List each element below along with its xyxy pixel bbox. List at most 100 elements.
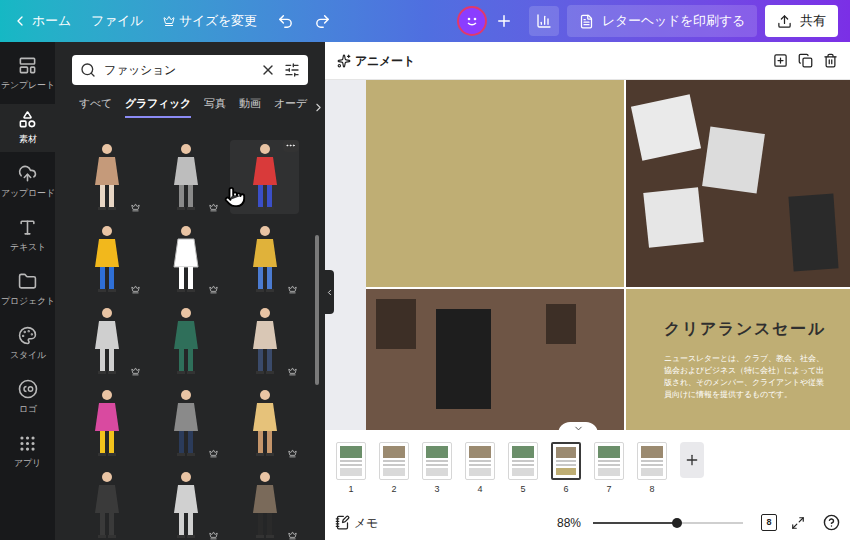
page-count-button[interactable]: 8: [761, 514, 777, 531]
resize-button[interactable]: サイズを変更: [163, 11, 257, 31]
fullscreen-icon[interactable]: [791, 516, 805, 530]
zoom-slider[interactable]: [593, 517, 743, 529]
graphic-item[interactable]: [230, 222, 299, 296]
editor: ホームファイルサイズを変更 レターヘッドを印刷する共有テンプレート素材アップロード…: [0, 0, 850, 540]
top-bar: ホームファイルサイズを変更 レターヘッドを印刷する共有: [0, 0, 850, 42]
rail-item-icon: [18, 326, 37, 345]
rail-item-icon: [18, 56, 37, 75]
help-icon[interactable]: [823, 514, 840, 531]
scrollbar[interactable]: [315, 235, 319, 385]
rail-item[interactable]: テンプレート: [0, 50, 55, 98]
graphics-grid: [55, 118, 325, 540]
avatar[interactable]: [457, 6, 487, 36]
graphic-item[interactable]: [152, 140, 221, 214]
graphic-item[interactable]: [230, 304, 299, 378]
filter-tab[interactable]: グラフィック: [125, 95, 191, 118]
search-icon: [80, 62, 96, 78]
zoom-value: 88%: [557, 514, 581, 532]
fashion-graphic-icon: [161, 469, 211, 540]
graphic-item[interactable]: [152, 386, 221, 460]
graphic-item[interactable]: [73, 304, 142, 378]
animate-icon: [337, 54, 351, 68]
page-thumbnail[interactable]: 5: [508, 442, 538, 497]
premium-icon: [209, 531, 218, 540]
add-collaborator-icon[interactable]: [495, 12, 513, 30]
fashion-graphic-icon: [161, 305, 211, 377]
filter-tab[interactable]: 動画: [239, 95, 261, 118]
canvas-area: クリアランスセールニュースレターとは、クラブ、教会、社会、協会およびビジネス（特…: [325, 80, 850, 430]
print-button[interactable]: レターヘッドを印刷する: [567, 5, 757, 37]
fashion-graphic-icon: [82, 223, 132, 295]
graphic-item[interactable]: [73, 386, 142, 460]
premium-icon: [288, 449, 297, 458]
rail-item-icon: [18, 272, 37, 291]
chart-icon: [536, 13, 552, 29]
scroll-tabs-icon[interactable]: [312, 101, 325, 114]
search-field[interactable]: ファッション: [72, 55, 308, 85]
notes-button[interactable]: メモ: [335, 514, 378, 532]
graphic-item[interactable]: [230, 386, 299, 460]
rail-item[interactable]: 素材: [0, 104, 55, 152]
page-thumbnail[interactable]: 3: [422, 442, 452, 497]
page-body: ニュースレターとは、クラブ、教会、社会、協会およびビジネス（特に会社）によって出…: [664, 353, 850, 401]
premium-icon: [131, 203, 140, 212]
page-thumbnail[interactable]: 8: [637, 442, 667, 497]
insights-button[interactable]: [529, 6, 559, 36]
rail-item[interactable]: ロゴ: [0, 374, 55, 422]
left-rail: テンプレート素材アップロードテキストプロジェクトスタイルロゴアプリ: [0, 42, 55, 540]
rail-item[interactable]: テキスト: [0, 212, 55, 260]
share-button[interactable]: 共有: [765, 5, 838, 37]
premium-icon: [288, 285, 297, 294]
collapse-icon: [325, 288, 334, 297]
panel-collapse-handle[interactable]: [325, 270, 334, 314]
fashion-graphic-icon: [240, 469, 290, 540]
graphic-item[interactable]: [230, 468, 299, 540]
filter-tab[interactable]: 写真: [204, 95, 226, 118]
add-page-icon[interactable]: [773, 53, 788, 68]
fashion-graphic-icon: [240, 387, 290, 459]
page-thumbnail[interactable]: 1: [336, 442, 366, 497]
fashion-graphic-icon: [240, 141, 290, 213]
graphic-item[interactable]: [73, 468, 142, 540]
photo: [626, 80, 850, 287]
undo-icon[interactable]: [277, 13, 294, 30]
rail-item[interactable]: スタイル: [0, 320, 55, 368]
rail-item-icon: [18, 110, 37, 129]
home-button[interactable]: ホーム: [12, 11, 71, 31]
graphic-item[interactable]: [152, 304, 221, 378]
photo: [366, 289, 624, 430]
fashion-graphic-icon: [240, 223, 290, 295]
page-thumbnail[interactable]: 2: [379, 442, 409, 497]
graphic-item[interactable]: [73, 222, 142, 296]
page-thumbnail[interactable]: 7: [594, 442, 624, 497]
color-block: [366, 80, 624, 287]
duplicate-icon[interactable]: [798, 53, 813, 68]
graphic-item[interactable]: [73, 140, 142, 214]
clear-icon[interactable]: [260, 62, 276, 78]
redo-icon[interactable]: [314, 13, 331, 30]
hand-cursor-icon: [224, 186, 246, 208]
fashion-graphic-icon: [161, 141, 211, 213]
animate-button[interactable]: アニメート: [337, 52, 415, 70]
delete-icon[interactable]: [823, 53, 838, 68]
page-thumbnail[interactable]: 6: [551, 442, 581, 497]
more-icon: [285, 140, 296, 151]
graphic-item[interactable]: [152, 468, 221, 540]
filter-tab[interactable]: すべて: [79, 95, 112, 118]
share-icon: [777, 14, 792, 29]
graphic-item[interactable]: [230, 140, 299, 214]
filter-tab[interactable]: オーデ: [274, 95, 307, 118]
premium-icon: [209, 285, 218, 294]
back-icon: [12, 13, 28, 29]
rail-item[interactable]: アプリ: [0, 428, 55, 476]
graphic-item[interactable]: [152, 222, 221, 296]
rail-item[interactable]: プロジェクト: [0, 266, 55, 314]
rail-item[interactable]: アップロード: [0, 158, 55, 206]
more-button[interactable]: [283, 140, 299, 152]
page-strip: 12345678: [325, 430, 850, 505]
page-thumbnail[interactable]: 4: [465, 442, 495, 497]
filter-icon[interactable]: [284, 62, 300, 78]
add-page-button[interactable]: [680, 442, 704, 478]
file-menu[interactable]: ファイル: [91, 11, 143, 31]
collapse-strip-button[interactable]: [558, 422, 598, 434]
